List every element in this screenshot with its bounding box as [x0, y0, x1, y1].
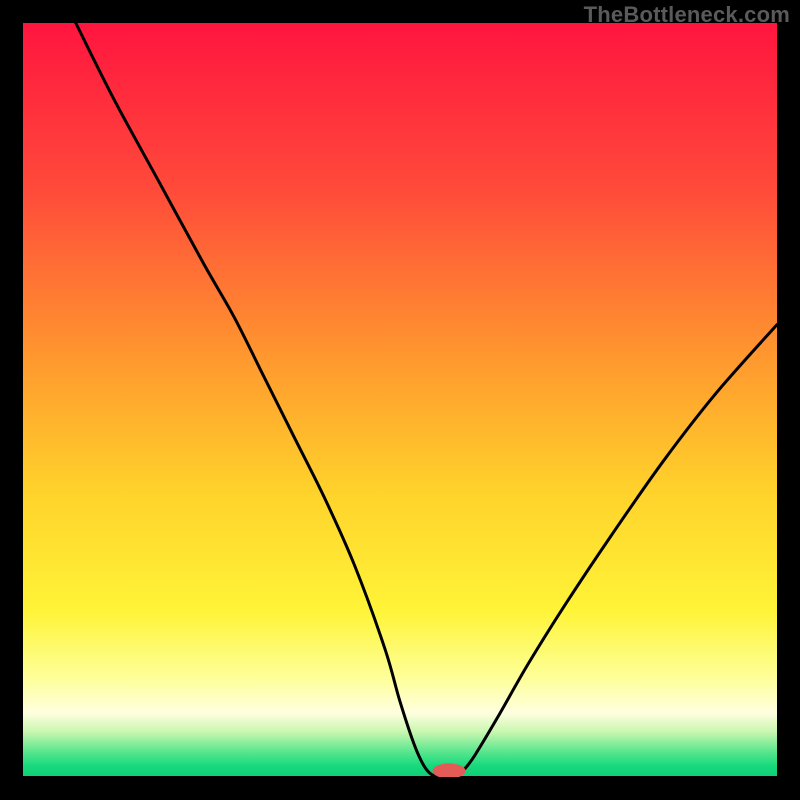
- bottleneck-chart: [23, 23, 777, 777]
- plot-area: [23, 23, 777, 777]
- chart-frame: TheBottleneck.com: [0, 0, 800, 800]
- gradient-background: [23, 23, 777, 777]
